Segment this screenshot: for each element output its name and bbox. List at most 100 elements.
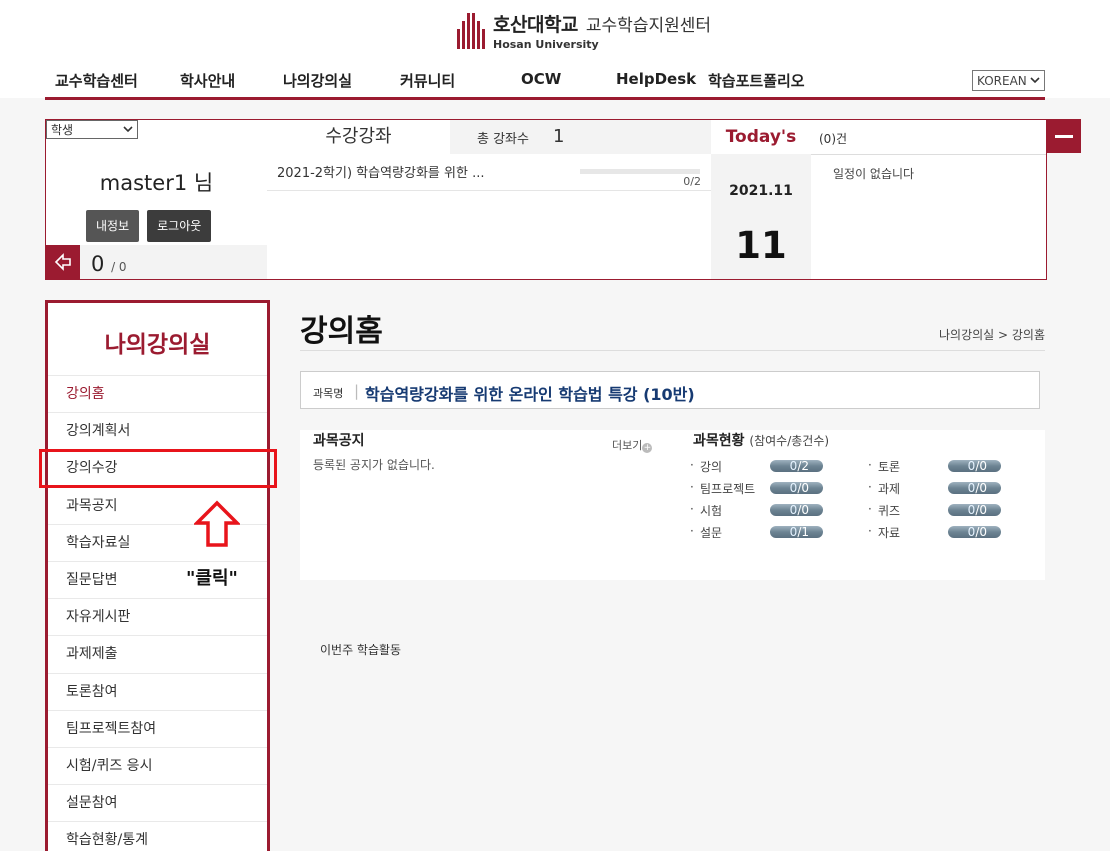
user-info-panel: 학생 master1 님 내정보 로그아웃 0 / 0 수강강좌 총 강좌수 1 [45, 119, 1047, 280]
schedule-divider [811, 154, 1046, 155]
course-title: 2021-2학기) 학습역량강화를 위한 ... [277, 166, 485, 181]
stat-survey[interactable]: · 설문 0/1 [690, 524, 850, 546]
subject-label: 과목명 [313, 387, 344, 400]
gnb-item-academic[interactable]: 학사안내 [180, 70, 235, 91]
stat-quiz[interactable]: · 퀴즈 0/0 [868, 502, 1028, 524]
language-value: KOREAN [977, 73, 1027, 88]
today-year-month: 2021.11 [729, 183, 793, 199]
logo-title: 호산대학교 [493, 14, 578, 36]
gnb-item-community[interactable]: 커뮤니티 [400, 70, 455, 91]
course-total-value: 1 [553, 126, 565, 147]
stat-exam[interactable]: · 시험 0/0 [690, 502, 850, 524]
stat-label: 퀴즈 [878, 504, 901, 518]
course-total-label: 총 강좌수 [477, 132, 529, 147]
logo-mark-icon [457, 12, 485, 49]
site-logo[interactable]: 호산대학교 교수학습지원센터 Hosan University [457, 10, 711, 51]
schedule-column: (0)건 일정이 없습니다 [811, 120, 1046, 279]
chevron-down-icon [1030, 77, 1040, 84]
schedule-count: (0)건 [819, 132, 848, 146]
stat-assignment[interactable]: · 과제 0/0 [868, 480, 1028, 502]
status-heading: 과목현황 (참여수/총건수) [693, 430, 829, 450]
up-arrow-icon [194, 500, 240, 547]
stat-label: 시험 [700, 504, 723, 518]
stat-pill: 0/0 [948, 482, 1001, 494]
sidebar-item-survey[interactable]: 설문참여 [48, 784, 267, 821]
gnb-item-teaching-center[interactable]: 교수학습센터 [55, 70, 138, 91]
point-total: / 0 [111, 260, 127, 274]
global-nav: 교수학습센터 학사안내 나의강의실 커뮤니티 OCW HelpDesk 학습포트… [45, 66, 1045, 100]
stat-label: 과제 [878, 482, 901, 496]
today-day: 11 [735, 224, 787, 267]
subject-box: 과목명 | 학습역량강화를 위한 온라인 학습법 특강 (10반) [300, 371, 1040, 409]
schedule-empty: 일정이 없습니다 [833, 167, 915, 181]
highlight-box [39, 449, 277, 488]
user-greeting: master1 님 [46, 167, 267, 197]
more-label: 더보기 [612, 439, 643, 452]
more-link[interactable]: 더보기+ [612, 437, 653, 453]
sidebar-item-assignment[interactable]: 과제제출 [48, 635, 267, 672]
today-column: Today's 2021.11 11 [711, 120, 811, 279]
point-row: 0 / 0 [46, 245, 267, 279]
title-divider [300, 350, 1045, 351]
sidebar-item-team-project[interactable]: 팀프로젝트참여 [48, 709, 267, 747]
click-annotation: "클릭" [186, 568, 238, 589]
user-column: 학생 master1 님 내정보 로그아웃 0 / 0 [46, 120, 267, 279]
minus-icon [1055, 134, 1073, 138]
user-name: master1 [99, 171, 188, 195]
sidebar-item-lecture-home[interactable]: 강의홈 [48, 375, 267, 412]
course-list-item[interactable]: 2021-2학기) 학습역량강화를 위한 ... 0/2 [267, 155, 711, 191]
course-overview-panel: 과목공지 더보기+ 등록된 공지가 없습니다. 과목현황 (참여수/총건수) ·… [300, 430, 1045, 580]
tab-enrolled-courses[interactable]: 수강강좌 [267, 120, 450, 154]
page-title: 강의홈 [300, 314, 383, 349]
sidebar-item-syllabus[interactable]: 강의계획서 [48, 412, 267, 449]
notice-heading: 과목공지 [313, 433, 365, 449]
gnb-item-portfolio[interactable]: 학습포트폴리오 [708, 70, 805, 91]
stat-team-project[interactable]: · 팀프로젝트 0/0 [690, 480, 850, 502]
sidebar-item-stats[interactable]: 학습현황/통계 [48, 821, 267, 851]
subject-separator: | [354, 382, 360, 400]
myinfo-button[interactable]: 내정보 [86, 210, 140, 242]
plus-icon: + [642, 443, 653, 453]
notice-empty: 등록된 공지가 없습니다. [313, 458, 435, 472]
stat-pill: 0/1 [770, 526, 823, 538]
stat-label: 팀프로젝트 [700, 482, 756, 496]
left-nav-title: 나의강의실 [104, 332, 211, 358]
stat-pill: 0/0 [948, 460, 1001, 472]
course-progress: 0/2 [683, 175, 701, 188]
role-select[interactable]: 학생 [46, 120, 138, 139]
stat-pill: 0/0 [770, 504, 823, 516]
stat-label: 자료 [878, 526, 901, 540]
subject-name: 학습역량강화를 위한 온라인 학습법 특강 (10반) [365, 385, 695, 404]
stat-label: 설문 [700, 526, 723, 540]
logo-center-name: 교수학습지원센터 [585, 16, 712, 36]
stat-pill: 0/0 [770, 482, 823, 494]
status-subtitle: (참여수/총건수) [749, 434, 830, 448]
stat-pill: 0/0 [948, 504, 1001, 516]
stat-pill: 0/0 [948, 526, 1001, 538]
logout-button[interactable]: 로그아웃 [147, 210, 212, 242]
point-icon[interactable] [46, 245, 80, 279]
sidebar-item-free-board[interactable]: 자유게시판 [48, 598, 267, 635]
logo-english: Hosan University [493, 38, 599, 51]
stat-discussion[interactable]: · 토론 0/0 [868, 458, 1028, 480]
gnb-item-ocw[interactable]: OCW [521, 70, 561, 88]
gnb-item-helpdesk[interactable]: HelpDesk [616, 70, 696, 88]
point-count: 0 [91, 252, 105, 276]
stat-materials[interactable]: · 자료 0/0 [868, 524, 1028, 546]
gnb-item-my-classroom[interactable]: 나의강의실 [283, 70, 352, 91]
course-column: 수강강좌 총 강좌수 1 2021-2학기) 학습역량강화를 위한 ... 0/… [267, 120, 711, 279]
stat-lecture[interactable]: · 강의 0/2 [690, 458, 850, 480]
collapse-button[interactable] [1047, 119, 1081, 153]
status-title: 과목현황 [693, 433, 745, 449]
sidebar-item-discussion[interactable]: 토론참여 [48, 672, 267, 710]
sidebar-item-exam-quiz[interactable]: 시험/퀴즈 응시 [48, 746, 267, 784]
stat-label: 강의 [700, 460, 723, 474]
weekly-activity-heading: 이번주 학습활동 [320, 643, 402, 657]
user-suffix: 님 [193, 171, 214, 195]
chevron-down-icon [123, 126, 133, 133]
language-select[interactable]: KOREAN [972, 70, 1045, 91]
course-total: 총 강좌수 1 [450, 120, 711, 154]
today-label: Today's [711, 120, 811, 154]
stat-label: 토론 [878, 460, 901, 474]
point-value: 0 / 0 [91, 252, 127, 276]
